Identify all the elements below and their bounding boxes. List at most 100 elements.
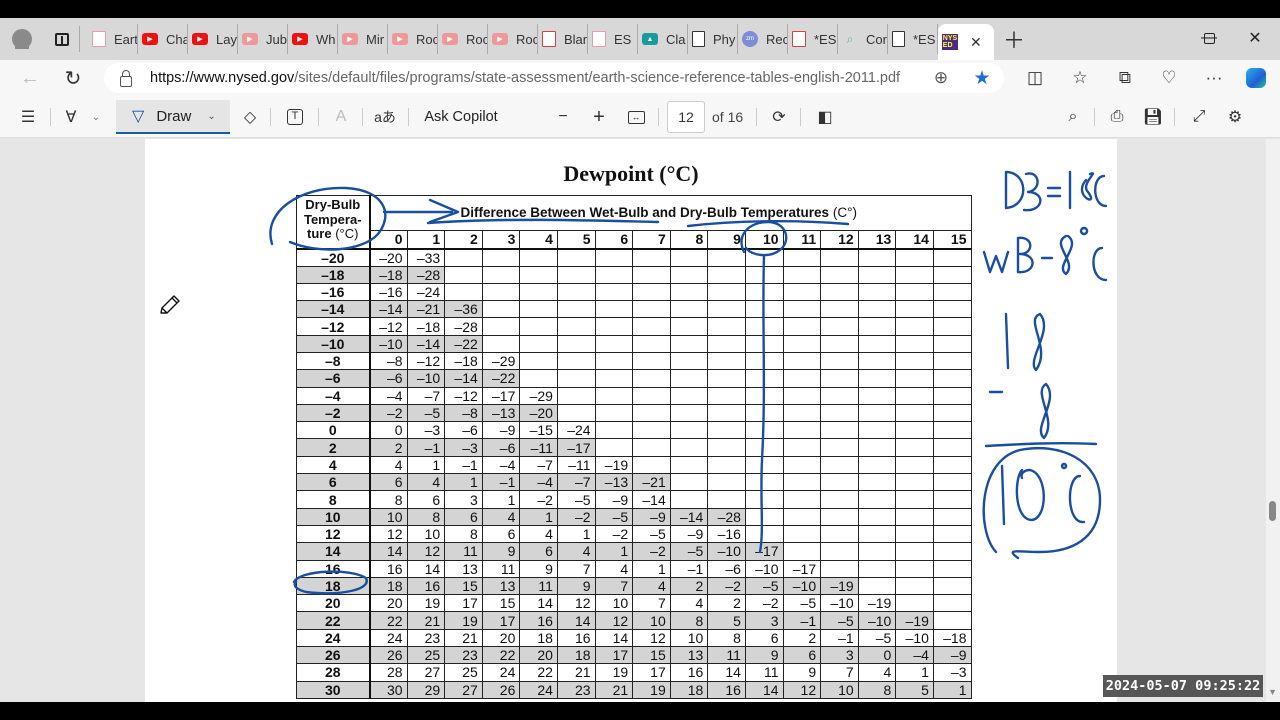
tab-10[interactable]: ES xyxy=(588,24,638,54)
ask-copilot-button[interactable]: Ask Copilot xyxy=(418,102,504,132)
tab-9[interactable]: Blar xyxy=(538,24,588,54)
table-cell: –5 xyxy=(594,507,634,526)
tab-8[interactable]: ▶ Roc xyxy=(488,24,538,54)
highlight-icon[interactable]: ∀ xyxy=(58,102,84,132)
table-cell xyxy=(632,248,671,267)
tab-label: Phy xyxy=(713,31,736,47)
column-header: 12 xyxy=(820,230,859,250)
draw-button[interactable]: ▽ Draw ⌄ xyxy=(116,100,230,134)
table-cell: 9 xyxy=(481,542,521,561)
pdf-viewer: Dewpoint (°C) Dry-Bulb Tempera- ture (°C… xyxy=(0,139,1280,702)
print-icon[interactable]: ⎙ xyxy=(1104,102,1130,132)
close-tab-icon[interactable]: ✕ xyxy=(970,34,982,51)
table-cell xyxy=(632,438,671,457)
scroll-down-arrow-icon[interactable]: ▼ xyxy=(1268,687,1277,697)
table-cell: –19 xyxy=(594,455,634,475)
profile-button[interactable] xyxy=(0,18,44,60)
column-header: 4 xyxy=(519,230,558,250)
document-icon xyxy=(692,31,705,47)
split-screen-icon[interactable]: ◫ xyxy=(1019,64,1051,92)
table-cell xyxy=(556,265,596,284)
table-cell: 4 xyxy=(594,559,634,578)
tab-15[interactable]: ⌕ Cor xyxy=(838,24,888,54)
zoom-out-button[interactable]: − xyxy=(552,102,574,132)
table-cell: 7 xyxy=(594,576,634,596)
tab-16[interactable]: *ES xyxy=(888,24,938,54)
rotate-icon[interactable]: ⟳ xyxy=(766,102,792,132)
add-text-icon[interactable]: T xyxy=(282,102,308,132)
highlight-chevron-icon[interactable]: ⌄ xyxy=(88,102,104,132)
table-cell xyxy=(820,334,859,353)
table-cell xyxy=(782,438,822,457)
settings-gear-icon[interactable]: ⚙ xyxy=(1222,102,1248,132)
tab-label: *ES xyxy=(814,31,837,47)
url-field[interactable]: https://www.nysed.gov/sites/default/file… xyxy=(104,63,1004,93)
table-cell: 10 xyxy=(820,680,859,699)
table-cell xyxy=(782,282,822,302)
tab-3[interactable]: ▶ Jub xyxy=(238,24,288,54)
tab-7[interactable]: ▶ Roc xyxy=(438,24,488,54)
vertical-scrollbar[interactable]: ▼ xyxy=(1266,139,1280,702)
table-cell: –18 xyxy=(444,351,483,371)
table-cell xyxy=(707,455,746,475)
table-cell xyxy=(820,386,859,405)
tab-0[interactable]: Eart xyxy=(88,24,138,54)
scrollbar-thumb[interactable] xyxy=(1269,501,1276,521)
table-cell xyxy=(782,473,822,492)
table-cell xyxy=(782,334,822,353)
tab-active[interactable]: NYS ED ✕ xyxy=(938,24,994,60)
table-cell: –6 xyxy=(707,559,746,578)
youtube-icon: ▶ xyxy=(192,33,208,45)
tab-14[interactable]: *ES xyxy=(788,24,838,54)
eraser-icon[interactable]: ◇ xyxy=(236,102,264,132)
tab-13[interactable]: zm Rec xyxy=(738,24,788,54)
table-cell xyxy=(632,300,671,319)
copilot-icon[interactable] xyxy=(1240,64,1272,92)
table-cell xyxy=(857,421,897,440)
refresh-button[interactable]: ↻ xyxy=(57,64,89,92)
tab-11[interactable]: ▲ Cla xyxy=(638,24,688,54)
table-cell: –18 xyxy=(369,265,408,284)
new-tab-button[interactable]: ＋ xyxy=(994,18,1034,60)
find-icon[interactable]: ⌕ xyxy=(1060,102,1086,132)
tab-5[interactable]: ▶ Mir xyxy=(338,24,388,54)
tab-6[interactable]: ▶ Roc xyxy=(388,24,438,54)
tab-1[interactable]: ▶ Cha xyxy=(138,24,188,54)
tab-actions-button[interactable] xyxy=(44,26,80,52)
read-aloud-icon[interactable]: A xyxy=(328,102,354,132)
back-button[interactable]: ← xyxy=(14,64,46,92)
collections-icon[interactable]: ⧉ xyxy=(1109,64,1141,92)
browser-essentials-icon[interactable]: ♡ xyxy=(1153,64,1185,92)
page-view-icon[interactable]: ◧ xyxy=(812,102,838,132)
table-cell xyxy=(820,421,859,440)
tab-12[interactable]: Phy xyxy=(688,24,738,54)
table-cell: –29 xyxy=(519,386,558,405)
maximize-button[interactable] xyxy=(1186,22,1232,54)
page-number-input[interactable]: 12 xyxy=(667,101,705,133)
table-row: 26 26 25 23 22 20 18 17 15 13 11 9 6 3 0 –4 –9 xyxy=(296,646,972,665)
tab-4[interactable]: ▶ Wh xyxy=(288,24,338,54)
fit-page-icon[interactable]: ↔ xyxy=(624,102,648,132)
dry-bulb-header: Dry-Bulb Tempera- ture (°C) xyxy=(296,195,371,250)
translate-button[interactable]: aあ xyxy=(370,102,400,132)
more-menu-icon[interactable]: ··· xyxy=(1198,64,1230,92)
favorite-star-icon[interactable]: ★ xyxy=(966,64,998,92)
fullscreen-icon[interactable]: ⤢ xyxy=(1186,102,1212,132)
table-row: 20 20 19 17 15 14 12 10 7 4 2 –2 –5 –10 –19 xyxy=(296,594,972,613)
table-cell xyxy=(632,386,671,405)
favorites-icon[interactable]: ☆ xyxy=(1064,64,1096,92)
table-cell: 28 xyxy=(369,663,408,682)
table-cell: 11 xyxy=(481,559,521,578)
tab-2[interactable]: ▶ Lay xyxy=(188,24,238,54)
tab-label: Lay xyxy=(216,31,237,47)
close-window-button[interactable]: ✕ xyxy=(1232,22,1278,54)
table-cell: –10 xyxy=(369,334,408,353)
contents-icon[interactable]: ☰ xyxy=(14,102,42,132)
table-cell xyxy=(594,248,634,267)
table-cell xyxy=(782,386,822,405)
zoom-in-button[interactable]: + xyxy=(588,102,610,132)
table-cell: –36 xyxy=(444,300,483,319)
save-icon[interactable]: 💾︎ xyxy=(1140,102,1166,132)
zoom-in-icon[interactable]: ⊕ xyxy=(925,64,957,92)
table-cell: 2 xyxy=(369,438,408,457)
